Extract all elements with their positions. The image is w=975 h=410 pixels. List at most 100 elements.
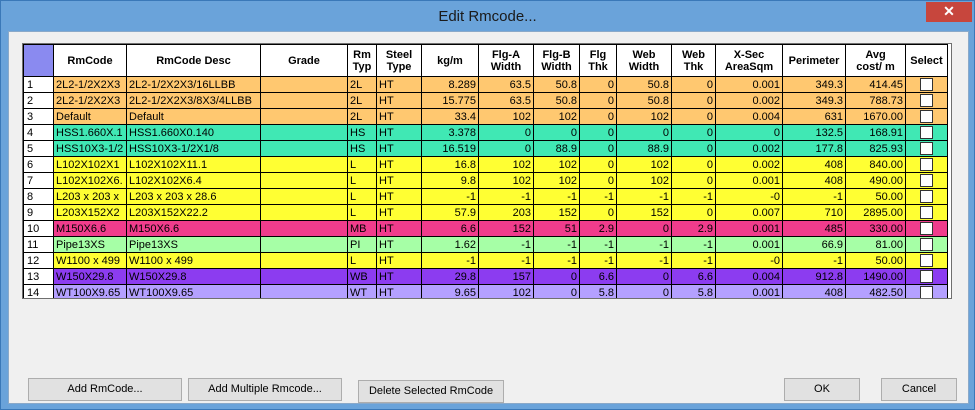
- table-cell[interactable]: 5.8: [671, 284, 716, 298]
- table-cell[interactable]: 0: [579, 172, 617, 189]
- table-cell[interactable]: 414.45: [845, 76, 906, 93]
- row-number[interactable]: 12: [23, 252, 54, 269]
- column-header[interactable]: Flg-B Width: [533, 44, 580, 77]
- column-header[interactable]: Flg-A Width: [478, 44, 534, 77]
- table-cell[interactable]: 6.6: [671, 268, 716, 285]
- table-cell[interactable]: HT: [376, 188, 422, 205]
- table-cell[interactable]: W1100 x 499: [53, 252, 127, 269]
- table-cell[interactable]: 203: [478, 204, 534, 221]
- table-cell[interactable]: 825.93: [845, 140, 906, 157]
- row-number[interactable]: 13: [23, 268, 54, 285]
- table-cell[interactable]: HSS1.660X.1: [53, 124, 127, 141]
- table-cell[interactable]: WB: [347, 268, 377, 285]
- table-cell[interactable]: 0: [579, 204, 617, 221]
- table-cell[interactable]: 2L2-1/2X2X3/16LLBB: [126, 76, 261, 93]
- ok-button[interactable]: OK: [784, 378, 860, 401]
- table-cell[interactable]: 0: [671, 172, 716, 189]
- row-number[interactable]: 10: [23, 220, 54, 237]
- table-cell[interactable]: [260, 92, 348, 109]
- table-cell[interactable]: 0: [533, 268, 580, 285]
- table-cell[interactable]: 50.8: [533, 76, 580, 93]
- row-number[interactable]: 7: [23, 172, 54, 189]
- table-cell[interactable]: L: [347, 188, 377, 205]
- table-cell[interactable]: 2L: [347, 108, 377, 125]
- table-cell[interactable]: 2L: [347, 92, 377, 109]
- select-checkbox[interactable]: [920, 126, 933, 140]
- table-cell[interactable]: 102: [616, 108, 672, 125]
- row-number[interactable]: 9: [23, 204, 54, 221]
- table-cell[interactable]: 168.91: [845, 124, 906, 141]
- table-cell[interactable]: 3.378: [421, 124, 479, 141]
- table-cell[interactable]: 0: [671, 108, 716, 125]
- table-cell[interactable]: 2.9: [579, 220, 617, 237]
- table-cell[interactable]: HSS10X3-1/2: [53, 140, 127, 157]
- table-cell[interactable]: 0.002: [715, 140, 783, 157]
- table-cell[interactable]: 1.62: [421, 236, 479, 253]
- table-cell[interactable]: 0.001: [715, 220, 783, 237]
- table-cell[interactable]: 102: [478, 156, 534, 173]
- table-cell[interactable]: 63.5: [478, 76, 534, 93]
- close-button[interactable]: ✕: [926, 2, 972, 22]
- table-cell[interactable]: 0: [616, 284, 672, 298]
- table-cell[interactable]: [260, 220, 348, 237]
- row-number[interactable]: 5: [23, 140, 54, 157]
- row-number[interactable]: 3: [23, 108, 54, 125]
- delete-selected-rmcode-button[interactable]: Delete Selected RmCode: [358, 380, 504, 403]
- add-multiple-rmcode-button[interactable]: Add Multiple Rmcode...: [188, 378, 342, 401]
- table-cell[interactable]: 102: [533, 172, 580, 189]
- table-cell[interactable]: HS: [347, 124, 377, 141]
- column-header[interactable]: Select: [905, 44, 948, 77]
- table-cell[interactable]: HT: [376, 204, 422, 221]
- table-cell[interactable]: 50.8: [533, 92, 580, 109]
- table-cell[interactable]: L: [347, 172, 377, 189]
- table-cell[interactable]: -1: [671, 252, 716, 269]
- table-row[interactable]: 9 L203X152X2 L203X152X22.2 L HT 57.9 203 152 0 15…: [23, 204, 948, 221]
- row-number[interactable]: 2: [23, 92, 54, 109]
- select-checkbox[interactable]: [920, 206, 933, 220]
- table-cell[interactable]: HT: [376, 236, 422, 253]
- table-cell[interactable]: MB: [347, 220, 377, 237]
- table-cell[interactable]: M150X6.6: [126, 220, 261, 237]
- table-cell[interactable]: 788.73: [845, 92, 906, 109]
- table-cell[interactable]: 0: [616, 124, 672, 141]
- column-header[interactable]: Steel Type: [376, 44, 422, 77]
- table-cell[interactable]: HT: [376, 76, 422, 93]
- table-cell[interactable]: 102: [533, 156, 580, 173]
- table-row[interactable]: 5 HSS10X3-1/2 HSS10X3-1/2X1/8 HS HT 16.519 0 88…: [23, 140, 948, 157]
- table-cell[interactable]: Default: [126, 108, 261, 125]
- table-cell[interactable]: 490.00: [845, 172, 906, 189]
- table-cell[interactable]: 0: [671, 124, 716, 141]
- table-cell[interactable]: 912.8: [782, 268, 846, 285]
- table-cell[interactable]: 0: [671, 140, 716, 157]
- table-cell[interactable]: W1100 x 499: [126, 252, 261, 269]
- table-cell[interactable]: 0.004: [715, 268, 783, 285]
- table-cell[interactable]: 0: [579, 124, 617, 141]
- table-cell[interactable]: L102X102X11.1: [126, 156, 261, 173]
- table-cell[interactable]: L102X102X1: [53, 156, 127, 173]
- table-cell[interactable]: -1: [478, 188, 534, 205]
- table-cell[interactable]: L203X152X22.2: [126, 204, 261, 221]
- select-checkbox[interactable]: [920, 286, 933, 298]
- table-cell[interactable]: 102: [616, 156, 672, 173]
- table-cell[interactable]: [260, 204, 348, 221]
- table-cell[interactable]: PI: [347, 236, 377, 253]
- table-row[interactable]: 3 Default Default 2L HT 33.4 102 102 0 102 0 0.004 6…: [23, 108, 948, 125]
- select-checkbox[interactable]: [920, 254, 933, 268]
- table-cell[interactable]: 0: [579, 76, 617, 93]
- table-cell[interactable]: [260, 268, 348, 285]
- table-cell[interactable]: 349.3: [782, 76, 846, 93]
- table-cell[interactable]: 485: [782, 220, 846, 237]
- table-cell[interactable]: -1: [782, 252, 846, 269]
- table-cell[interactable]: 0: [579, 156, 617, 173]
- table-cell[interactable]: -1: [616, 252, 672, 269]
- add-rmcode-button[interactable]: Add RmCode...: [28, 378, 182, 401]
- table-cell[interactable]: 2.9: [671, 220, 716, 237]
- table-cell[interactable]: L203X152X2: [53, 204, 127, 221]
- table-cell[interactable]: 408: [782, 172, 846, 189]
- table-cell[interactable]: 1490.00: [845, 268, 906, 285]
- table-cell[interactable]: 88.9: [533, 140, 580, 157]
- table-cell[interactable]: 152: [616, 204, 672, 221]
- row-number[interactable]: 1: [23, 76, 54, 93]
- table-cell[interactable]: HT: [376, 220, 422, 237]
- table-cell[interactable]: 57.9: [421, 204, 479, 221]
